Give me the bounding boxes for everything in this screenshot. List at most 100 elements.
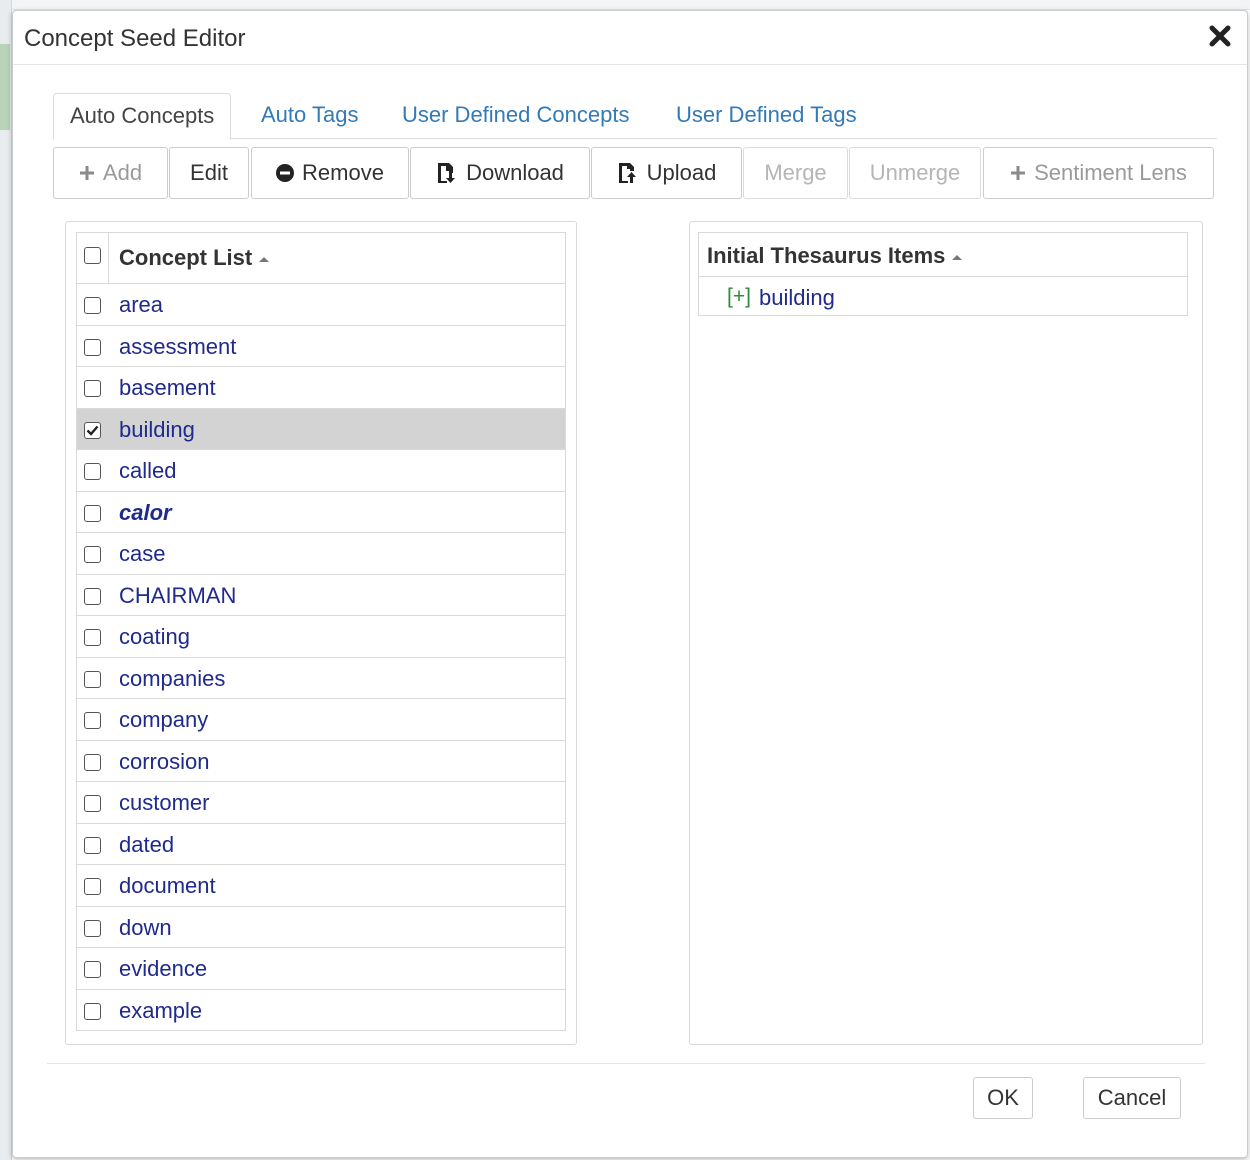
concept-rows: area assessment basement building called calo… (77, 284, 565, 1031)
upload-label: Upload (646, 160, 717, 185)
cancel-button[interactable]: Cancel (1083, 1077, 1181, 1119)
row-checkbox[interactable] (84, 878, 101, 895)
thesaurus-header-label: Initial Thesaurus Items (707, 243, 946, 268)
select-all-checkbox[interactable] (84, 247, 101, 264)
concept-list-header: Concept List (77, 232, 565, 284)
row-checkbox[interactable] (84, 546, 101, 563)
remove-button[interactable]: Remove (251, 147, 409, 199)
row-checkbox[interactable] (84, 297, 101, 314)
list-item[interactable]: evidence (77, 948, 565, 990)
add-label: Add (102, 160, 143, 185)
merge-label: Merge (764, 160, 827, 185)
download-button[interactable]: Download (410, 147, 590, 199)
concept-term[interactable]: CHAIRMAN (119, 583, 236, 609)
unmerge-label: Unmerge (869, 160, 961, 185)
row-checkbox[interactable] (84, 338, 101, 356)
merge-button[interactable]: Merge (743, 147, 848, 199)
thesaurus-table: Initial Thesaurus Items [+] building (698, 232, 1188, 316)
concept-term[interactable]: basement (119, 375, 216, 401)
concept-list-header-label: Concept List (119, 245, 253, 270)
edit-label: Edit (190, 160, 228, 185)
row-checkbox[interactable] (84, 712, 101, 729)
ok-button[interactable]: OK (973, 1077, 1033, 1119)
footer-divider (47, 1063, 1205, 1064)
plus-icon (1010, 165, 1026, 181)
concept-term[interactable]: example (119, 998, 202, 1024)
expand-toggle[interactable]: [+] (727, 285, 751, 309)
list-item[interactable]: calor (77, 492, 565, 533)
download-label: Download (466, 160, 564, 185)
tab-auto-concepts[interactable]: Auto Concepts (53, 93, 232, 140)
list-item[interactable]: company (77, 699, 565, 741)
background-accent (0, 44, 10, 130)
concept-list-table: Concept List area assessment basement build… (76, 232, 566, 1031)
thesaurus-term[interactable]: building (759, 285, 835, 311)
thesaurus-header: Initial Thesaurus Items (699, 233, 1187, 277)
concept-term[interactable]: companies (119, 666, 225, 692)
tab-user-defined-tags[interactable]: User Defined Tags (660, 93, 873, 139)
concept-term[interactable]: dated (119, 832, 174, 858)
concept-term[interactable]: area (119, 292, 163, 318)
tab-auto-tags[interactable]: Auto Tags (245, 93, 374, 139)
upload-icon (617, 162, 639, 184)
plus-icon (79, 165, 95, 181)
list-item[interactable]: dated (77, 824, 565, 865)
concept-term[interactable]: calor (119, 500, 172, 526)
row-checkbox[interactable] (84, 380, 101, 397)
list-item[interactable]: case (77, 533, 565, 575)
tab-bar: Auto Concepts Auto Tags User Defined Con… (53, 93, 1217, 140)
list-item[interactable]: document (77, 865, 565, 907)
list-item[interactable]: building (77, 408, 565, 450)
row-checkbox[interactable] (84, 670, 101, 688)
sort-ascending-icon (952, 255, 963, 261)
concept-term[interactable]: customer (119, 790, 209, 816)
dialog-title: Concept Seed Editor (24, 25, 246, 52)
edit-button[interactable]: Edit (169, 147, 249, 199)
list-item[interactable]: CHAIRMAN (77, 575, 565, 616)
sentiment-lens-button[interactable]: Sentiment Lens (983, 147, 1214, 199)
concept-term[interactable]: building (119, 417, 195, 443)
list-item[interactable]: companies (77, 658, 565, 699)
list-item[interactable]: down (77, 907, 565, 948)
upload-button[interactable]: Upload (591, 147, 742, 199)
row-checkbox[interactable] (84, 836, 101, 854)
row-checkbox[interactable] (84, 587, 101, 605)
concept-term[interactable]: assessment (119, 334, 236, 360)
row-checkbox[interactable] (84, 919, 101, 937)
concept-list-column-header[interactable]: Concept List (119, 245, 270, 271)
row-checkbox[interactable] (84, 504, 101, 522)
list-item[interactable]: example (77, 990, 565, 1031)
minus-circle-icon (276, 164, 295, 182)
concept-term[interactable]: corrosion (119, 749, 209, 775)
concept-term[interactable]: case (119, 541, 165, 567)
row-checkbox[interactable] (84, 1002, 101, 1020)
thesaurus-column-header[interactable]: Initial Thesaurus Items (707, 243, 963, 269)
dialog-header: Concept Seed Editor (13, 11, 1247, 65)
row-checkbox[interactable] (84, 753, 101, 771)
close-icon[interactable] (1207, 23, 1233, 49)
concept-term[interactable]: evidence (119, 956, 207, 982)
list-item[interactable]: area (77, 284, 565, 326)
row-checkbox[interactable] (84, 629, 101, 646)
list-item[interactable]: coating (77, 616, 565, 658)
background-page-edge (0, 0, 12, 1160)
unmerge-button[interactable]: Unmerge (849, 147, 981, 199)
list-item[interactable]: corrosion (77, 741, 565, 782)
row-checkbox[interactable] (84, 421, 101, 439)
concept-term[interactable]: coating (119, 624, 190, 650)
concept-term[interactable]: down (119, 915, 172, 941)
row-checkbox[interactable] (84, 463, 101, 480)
list-item[interactable]: customer (77, 782, 565, 824)
sentiment-lens-label: Sentiment Lens (1034, 160, 1187, 185)
concept-term[interactable]: called (119, 458, 176, 484)
list-item[interactable]: assessment (77, 326, 565, 367)
add-button[interactable]: Add (53, 147, 168, 199)
list-item[interactable]: basement (77, 367, 565, 409)
row-checkbox[interactable] (84, 795, 101, 812)
list-item[interactable]: called (77, 450, 565, 492)
checkmark-icon (86, 425, 99, 436)
row-checkbox[interactable] (84, 961, 101, 978)
concept-term[interactable]: document (119, 873, 216, 899)
tab-user-defined-concepts[interactable]: User Defined Concepts (386, 93, 645, 139)
concept-term[interactable]: company (119, 707, 208, 733)
